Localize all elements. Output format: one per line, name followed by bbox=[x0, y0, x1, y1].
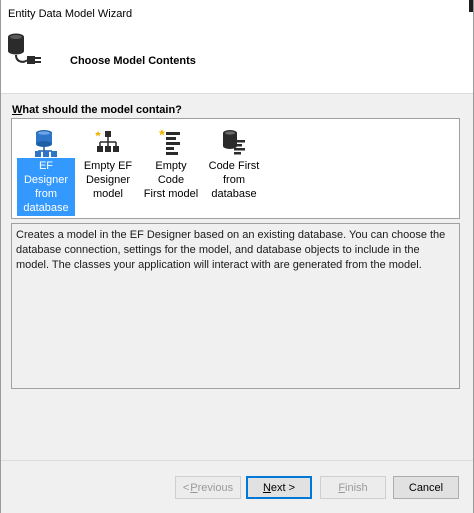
option-label-line3: database bbox=[211, 188, 257, 200]
option-label-line2: Designer bbox=[85, 174, 131, 186]
option-label-line2: First model bbox=[143, 188, 199, 200]
option-code-first-from-database[interactable]: Code First from database bbox=[205, 124, 263, 200]
next-button[interactable]: Next > bbox=[246, 476, 312, 499]
code-first-database-icon bbox=[223, 130, 245, 155]
next-button-label: ext > bbox=[270, 481, 296, 494]
option-label: EF Designer from database bbox=[17, 158, 75, 216]
previous-button-mnemonic: P bbox=[190, 481, 198, 494]
previous-button-label: revious bbox=[197, 481, 234, 494]
finish-button-label: inish bbox=[345, 481, 368, 494]
option-label: Empty EF Designer model bbox=[79, 158, 137, 202]
footer-divider bbox=[1, 460, 473, 461]
empty-code-first-icon bbox=[158, 129, 180, 155]
model-contents-list[interactable]: EF Designer from database Empty EF Desig… bbox=[11, 118, 460, 219]
option-label-line3: model bbox=[93, 188, 123, 200]
option-label: Empty Code First model bbox=[142, 158, 200, 202]
option-label-line1: Code First bbox=[208, 160, 260, 172]
finish-button[interactable]: Finish bbox=[320, 476, 386, 499]
model-question-label: What should the model contain? bbox=[12, 104, 182, 116]
option-label-line1: Empty EF bbox=[83, 160, 133, 172]
question-text: hat should the model contain? bbox=[22, 104, 182, 116]
question-mnemonic: W bbox=[12, 104, 23, 116]
option-ef-designer-from-database[interactable]: EF Designer from database bbox=[17, 124, 75, 216]
wizard-window: Entity Data Model Wizard Choose Model Co… bbox=[0, 0, 474, 513]
option-label-line3: database bbox=[23, 202, 69, 214]
option-label-line1: EF Designer bbox=[23, 160, 69, 186]
option-description: Creates a model in the EF Designer based… bbox=[11, 223, 460, 389]
ef-designer-database-icon bbox=[35, 130, 57, 157]
title-bar: Entity Data Model Wizard bbox=[1, 0, 473, 26]
cancel-button[interactable]: Cancel bbox=[393, 476, 459, 499]
titlebar-accent bbox=[469, 0, 473, 12]
next-button-mnemonic: N bbox=[262, 481, 271, 494]
option-label: Code First from database bbox=[205, 158, 263, 202]
page-title: Choose Model Contents bbox=[70, 55, 196, 67]
wizard-header: Choose Model Contents bbox=[1, 26, 473, 94]
option-empty-code-first-model[interactable]: Empty Code First model bbox=[142, 124, 200, 200]
previous-button[interactable]: < Previous bbox=[175, 476, 241, 499]
cancel-button-label: Cancel bbox=[408, 481, 444, 494]
option-empty-ef-designer-model[interactable]: Empty EF Designer model bbox=[79, 124, 137, 200]
option-label-line1: Empty Code bbox=[155, 160, 187, 186]
empty-designer-icon bbox=[95, 131, 119, 152]
previous-button-prefix: < bbox=[182, 481, 190, 494]
database-plug-icon bbox=[8, 33, 41, 64]
window-title: Entity Data Model Wizard bbox=[8, 8, 133, 20]
option-label-line2: from bbox=[223, 174, 245, 186]
option-label-line2: from bbox=[35, 188, 57, 200]
finish-button-mnemonic: F bbox=[338, 481, 346, 494]
